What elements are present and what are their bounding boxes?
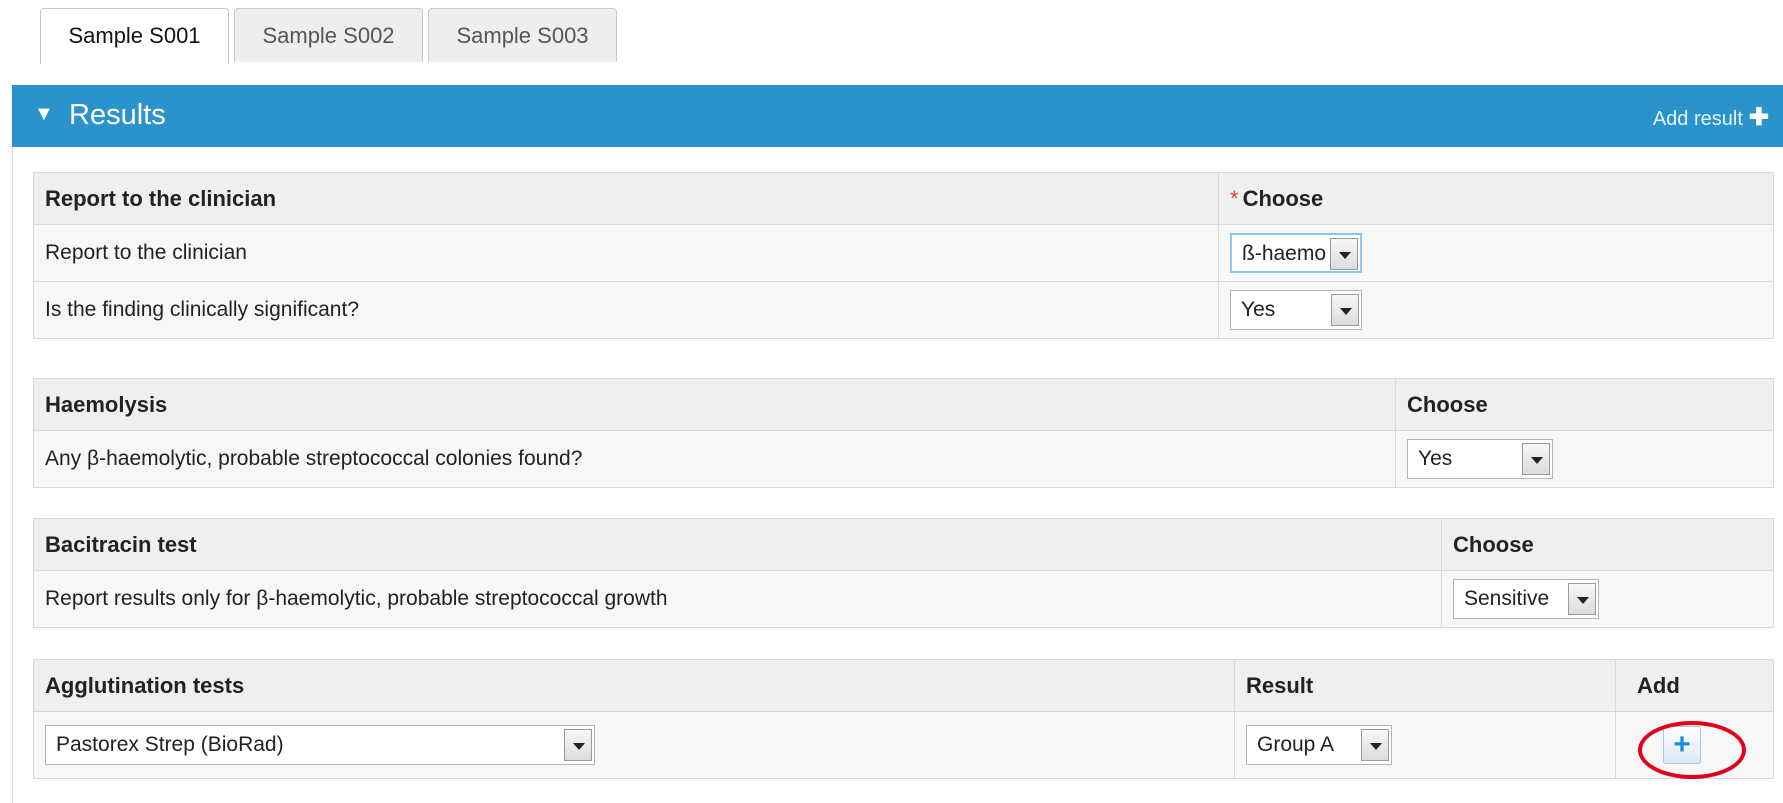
report-select-value: ß-haemo xyxy=(1242,242,1327,265)
haemolysis-row-label: Any β-haemolytic, probable streptococcal… xyxy=(33,430,1396,488)
add-result-label: Add result xyxy=(1652,108,1743,130)
haemolysis-select-value: Yes xyxy=(1418,447,1453,470)
agglutination-result-value: Group A xyxy=(1257,733,1335,756)
agglutination-test-value: Pastorex Strep (BioRad) xyxy=(56,733,284,756)
tab-sample-s002[interactable]: Sample S002 xyxy=(234,8,423,62)
required-marker: * xyxy=(1230,185,1239,211)
result-header: Result xyxy=(1234,659,1616,712)
chevron-down-icon[interactable] xyxy=(564,729,592,761)
bacitracin-header: Bacitracin test xyxy=(33,518,1442,571)
results-panel-header[interactable]: ▼ Results Add result ✚ xyxy=(12,85,1783,147)
significance-row-label: Is the finding clinically significant? xyxy=(33,281,1219,339)
haemolysis-choose-header: Choose xyxy=(1395,378,1774,431)
report-choose-header: * Choose xyxy=(1218,172,1774,225)
chevron-down-icon[interactable] xyxy=(1361,729,1389,761)
significance-select[interactable]: Yes xyxy=(1230,290,1362,330)
agglutination-table: Agglutination tests Result Add Pastorex … xyxy=(33,659,1774,779)
significance-row-cell: Yes xyxy=(1218,281,1774,339)
haemolysis-select[interactable]: Yes xyxy=(1407,439,1553,479)
panel-title: Results xyxy=(69,99,166,131)
bacitracin-row-cell: Sensitive xyxy=(1441,570,1774,628)
agglutination-test-cell: Pastorex Strep (BioRad) xyxy=(33,711,1235,779)
report-row-label: Report to the clinician xyxy=(33,224,1219,282)
tab-sample-s001[interactable]: Sample S001 xyxy=(40,8,229,64)
bacitracin-select[interactable]: Sensitive xyxy=(1453,579,1599,619)
tab-sample-s003[interactable]: Sample S003 xyxy=(428,8,617,62)
highlight-circle xyxy=(1638,721,1746,779)
plus-icon: ✚ xyxy=(1748,104,1769,131)
agglutination-result-select[interactable]: Group A xyxy=(1246,725,1392,765)
results-panel-body: Report to the clinician * Choose Report t… xyxy=(12,147,1783,803)
bacitracin-choose-header: Choose xyxy=(1441,518,1774,571)
agglutination-header: Agglutination tests xyxy=(33,659,1235,712)
chevron-down-icon[interactable] xyxy=(1568,583,1596,615)
report-header: Report to the clinician xyxy=(33,172,1219,225)
chevron-down-icon[interactable] xyxy=(1522,443,1550,475)
haemolysis-header: Haemolysis xyxy=(33,378,1396,431)
agglutination-test-select[interactable]: Pastorex Strep (BioRad) xyxy=(45,725,595,765)
bacitracin-table: Bacitracin test Choose Report results on… xyxy=(33,518,1774,628)
bacitracin-row-label: Report results only for β-haemolytic, pr… xyxy=(33,570,1442,628)
bacitracin-select-value: Sensitive xyxy=(1464,587,1550,610)
significance-select-value: Yes xyxy=(1241,298,1276,321)
chevron-down-icon[interactable] xyxy=(1331,294,1359,326)
caret-down-icon[interactable]: ▼ xyxy=(34,103,54,126)
choose-label: Choose xyxy=(1242,185,1324,211)
add-result-button[interactable]: Add result ✚ xyxy=(1653,103,1769,132)
report-table: Report to the clinician * Choose Report t… xyxy=(33,172,1774,339)
report-row-cell: ß-haemo xyxy=(1218,224,1774,282)
haemolysis-table: Haemolysis Choose Any β-haemolytic, prob… xyxy=(33,378,1774,488)
agglutination-result-cell: Group A xyxy=(1234,711,1616,779)
chevron-down-icon[interactable] xyxy=(1330,238,1358,270)
haemolysis-row-cell: Yes xyxy=(1395,430,1774,488)
report-select[interactable]: ß-haemo xyxy=(1230,233,1362,273)
add-header: Add xyxy=(1615,659,1774,712)
